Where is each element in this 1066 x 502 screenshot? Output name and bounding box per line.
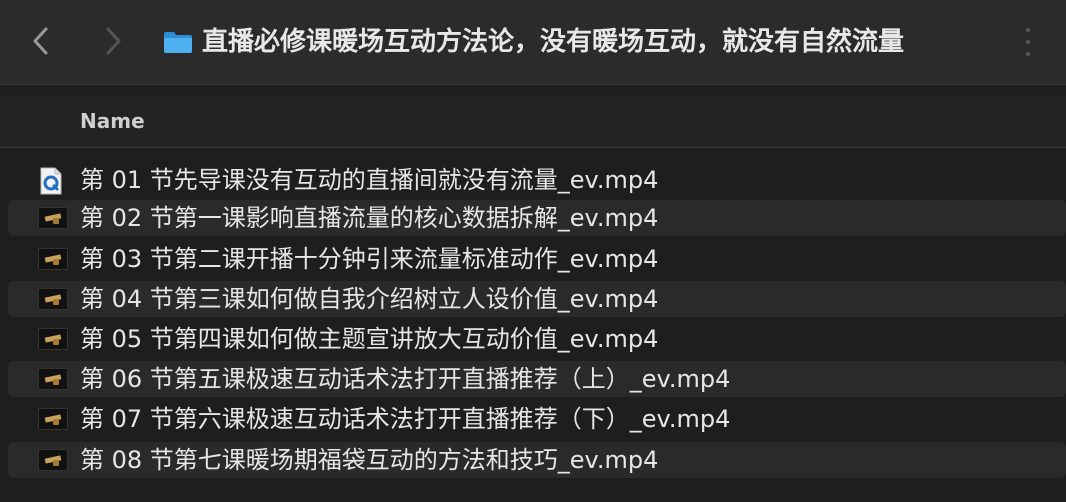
quicktime-document-icon: [38, 167, 68, 195]
video-thumbnail-icon: [38, 326, 68, 352]
chevron-left-icon: [33, 27, 48, 55]
toolbar-overflow-icon[interactable]: [1024, 28, 1032, 56]
video-thumbnail-icon: [38, 286, 68, 312]
finder-window: 直播必修课暖场互动方法论，没有暖场互动，就没有自然流量 Name 第 01 节先…: [0, 0, 1066, 502]
file-row[interactable]: 第 07 节第六课极速互动话术法打开直播推荐（下）_ev.mp4: [8, 401, 1066, 437]
file-name: 第 01 节先导课没有互动的直播间就没有流量_ev.mp4: [80, 166, 659, 194]
file-name: 第 08 节第七课暖场期福袋互动的方法和技巧_ev.mp4: [80, 446, 659, 474]
file-row[interactable]: 第 06 节第五课极速互动话术法打开直播推荐（上）_ev.mp4: [8, 361, 1066, 397]
video-thumbnail-icon: [38, 406, 68, 432]
file-row[interactable]: 第 04 节第三课如何做自我介绍树立人设价值_ev.mp4: [8, 281, 1066, 317]
window-title: 直播必修课暖场互动方法论，没有暖场互动，就没有自然流量: [202, 27, 905, 57]
video-thumbnail-icon: [38, 246, 68, 272]
file-row[interactable]: 第 01 节先导课没有互动的直播间就没有流量_ev.mp4: [8, 162, 1066, 198]
file-name: 第 05 节第四课如何做主题宣讲放大互动价值_ev.mp4: [80, 325, 659, 353]
file-name: 第 03 节第二课开播十分钟引来流量标准动作_ev.mp4: [80, 245, 659, 273]
file-row[interactable]: 第 03 节第二课开播十分钟引来流量标准动作_ev.mp4: [8, 241, 1066, 277]
column-header-bar: Name: [0, 95, 1066, 148]
video-thumbnail-icon: [38, 366, 68, 392]
file-row[interactable]: 第 02 节第一课影响直播流量的核心数据拆解_ev.mp4: [8, 200, 1066, 236]
file-name: 第 02 节第一课影响直播流量的核心数据拆解_ev.mp4: [80, 204, 659, 232]
chevron-right-icon: [106, 27, 121, 55]
file-name: 第 07 节第六课极速互动话术法打开直播推荐（下）_ev.mp4: [80, 405, 731, 433]
file-name: 第 04 节第三课如何做自我介绍树立人设价值_ev.mp4: [80, 285, 659, 313]
file-row[interactable]: 第 05 节第四课如何做主题宣讲放大互动价值_ev.mp4: [8, 321, 1066, 357]
toolbar: 直播必修课暖场互动方法论，没有暖场互动，就没有自然流量: [0, 0, 1066, 85]
folder-icon: [164, 32, 192, 53]
video-thumbnail-icon: [38, 447, 68, 473]
file-row[interactable]: 第 08 节第七课暖场期福袋互动的方法和技巧_ev.mp4: [8, 442, 1066, 478]
video-thumbnail-icon: [38, 205, 68, 231]
forward-button[interactable]: [98, 24, 128, 58]
file-name: 第 06 节第五课极速互动话术法打开直播推荐（上）_ev.mp4: [80, 365, 731, 393]
back-button[interactable]: [26, 24, 56, 58]
column-header-name[interactable]: Name: [80, 108, 145, 134]
